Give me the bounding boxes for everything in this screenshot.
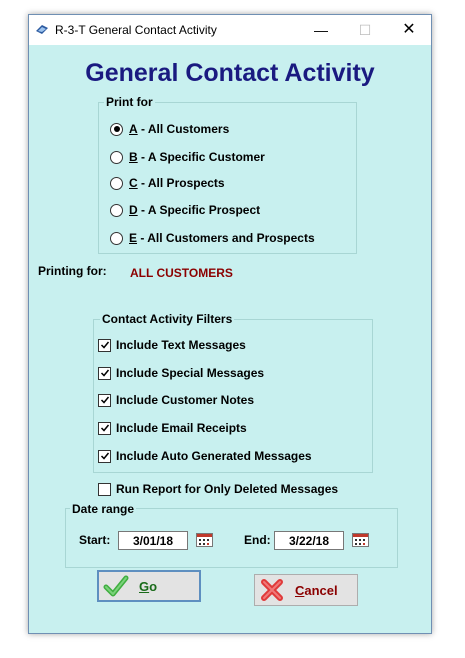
deleted-only-option[interactable]: Run Report for Only Deleted Messages xyxy=(98,480,338,498)
window-title: R-3-T General Contact Activity xyxy=(55,23,217,37)
filters-title: Contact Activity Filters xyxy=(100,312,235,326)
radio-all-customers[interactable]: A - All Customers xyxy=(110,120,229,138)
checkbox-label: Run Report for Only Deleted Messages xyxy=(116,482,339,496)
checkbox[interactable] xyxy=(98,421,111,435)
checkbox[interactable] xyxy=(98,366,111,380)
checkbox-label: Include Email Receipts xyxy=(116,421,247,435)
go-label: Go xyxy=(139,578,158,594)
checkbox-label: Include Customer Notes xyxy=(116,393,255,407)
printing-for-value: ALL CUSTOMERS xyxy=(130,266,233,280)
filter-auto-generated[interactable]: Include Auto Generated Messages xyxy=(98,447,312,465)
cancel-button[interactable]: Cancel xyxy=(254,574,358,606)
page-title: General Contact Activity xyxy=(85,59,375,87)
checkbox[interactable] xyxy=(98,393,111,407)
cancel-x-icon xyxy=(261,579,283,601)
end-label: End: xyxy=(244,533,271,547)
close-button[interactable]: ✕ xyxy=(387,15,431,45)
radio-button[interactable] xyxy=(110,176,123,190)
radio-label: - All Prospects xyxy=(137,176,225,190)
radio-specific-prospect[interactable]: D - A Specific Prospect xyxy=(110,201,260,219)
radio-key: A xyxy=(129,122,138,136)
radio-key: E xyxy=(129,231,138,245)
print-for-title: Print for xyxy=(104,95,155,109)
maximize-button[interactable]: ☐ xyxy=(343,15,387,45)
start-label: Start: xyxy=(79,533,111,547)
app-icon xyxy=(36,25,48,34)
cancel-label: Cancel xyxy=(295,582,338,598)
radio-label: - A Specific Prospect xyxy=(137,203,261,217)
check-icon xyxy=(100,424,109,432)
title-bar[interactable]: R-3-T General Contact Activity — ☐ ✕ xyxy=(29,15,431,45)
radio-button[interactable] xyxy=(110,150,123,164)
radio-all-customers-prospects[interactable]: E - All Customers and Prospects xyxy=(110,229,315,247)
minimize-button[interactable]: — xyxy=(299,15,343,45)
radio-label: - All Customers xyxy=(137,122,230,136)
checkbox-label: Include Special Messages xyxy=(116,366,265,380)
checkbox[interactable] xyxy=(98,482,111,496)
radio-button[interactable] xyxy=(110,231,123,245)
date-range-group xyxy=(65,508,398,568)
radio-all-prospects[interactable]: C - All Prospects xyxy=(110,174,225,192)
radio-button[interactable] xyxy=(110,203,123,217)
filter-text-messages[interactable]: Include Text Messages xyxy=(98,336,246,354)
start-calendar-icon[interactable] xyxy=(196,533,213,547)
date-range-title: Date range xyxy=(70,502,137,516)
check-icon xyxy=(100,452,109,460)
check-icon xyxy=(100,341,109,349)
check-icon xyxy=(100,396,109,404)
end-calendar-icon[interactable] xyxy=(352,533,369,547)
radio-label: - All Customers and Prospects xyxy=(137,231,315,245)
radio-specific-customer[interactable]: B - A Specific Customer xyxy=(110,148,265,166)
check-icon xyxy=(100,369,109,377)
checkbox-label: Include Auto Generated Messages xyxy=(116,449,312,463)
radio-label: - A Specific Customer xyxy=(137,150,265,164)
printing-for-label: Printing for: xyxy=(38,264,107,278)
end-date-input[interactable]: 3/22/18 xyxy=(274,531,344,550)
report-window: R-3-T General Contact Activity — ☐ ✕ Gen… xyxy=(28,14,432,634)
dialog-body: General Contact Activity Print for A - A… xyxy=(29,45,431,633)
radio-key: C xyxy=(129,176,138,190)
checkbox[interactable] xyxy=(98,338,111,352)
checkbox[interactable] xyxy=(98,449,111,463)
checkbox-label: Include Text Messages xyxy=(116,338,246,352)
start-date-input[interactable]: 3/01/18 xyxy=(118,531,188,550)
filter-customer-notes[interactable]: Include Customer Notes xyxy=(98,391,254,409)
filter-special-messages[interactable]: Include Special Messages xyxy=(98,364,264,382)
radio-key: D xyxy=(129,203,138,217)
radio-button[interactable] xyxy=(110,122,123,136)
radio-key: B xyxy=(129,150,138,164)
filter-email-receipts[interactable]: Include Email Receipts xyxy=(98,419,247,437)
checkmark-icon xyxy=(103,575,129,597)
go-button[interactable]: Go xyxy=(97,570,201,602)
